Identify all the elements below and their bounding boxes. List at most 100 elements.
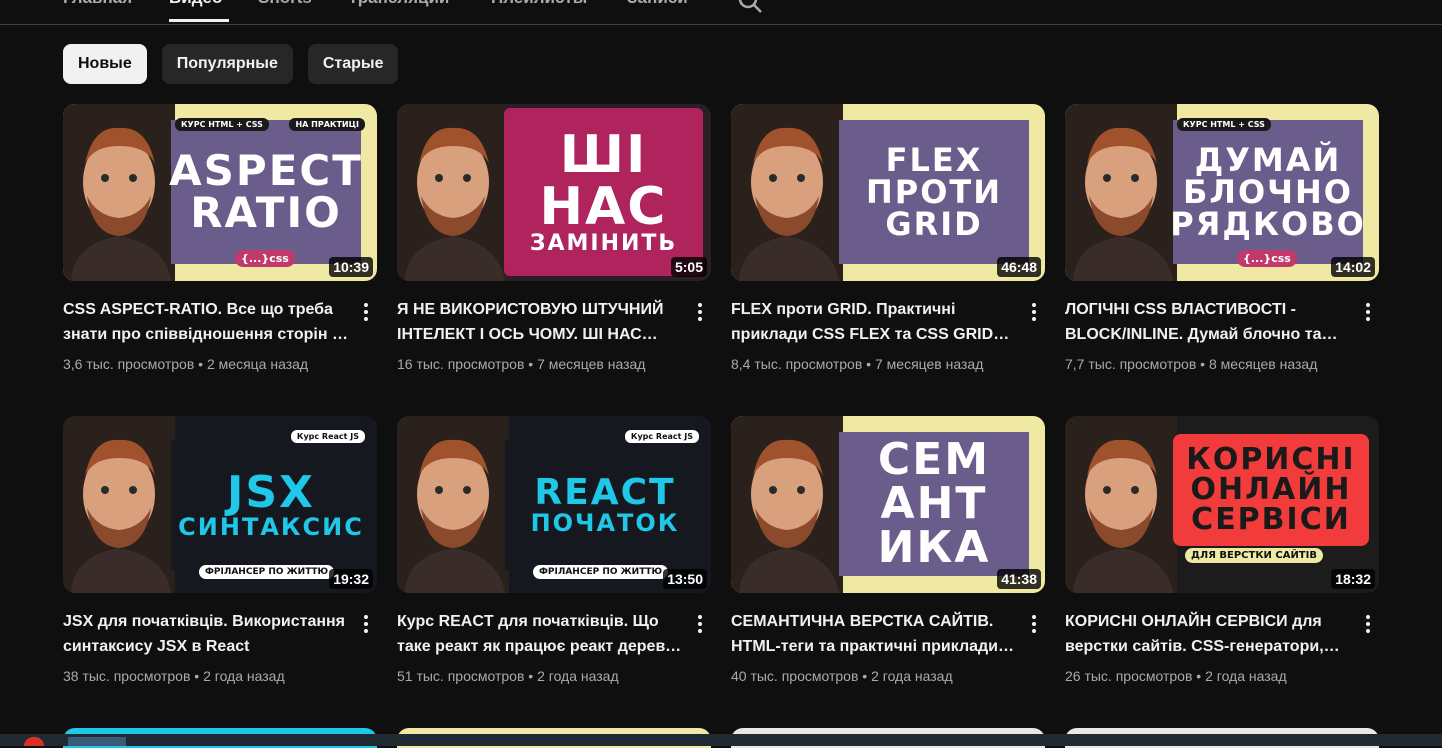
presenter-photo-icon bbox=[63, 416, 175, 593]
upload-age: 2 года назад bbox=[537, 668, 619, 684]
view-count: 16 тыс. просмотров bbox=[397, 356, 525, 372]
app-icon[interactable] bbox=[68, 737, 126, 746]
video-thumbnail[interactable]: ДУМАЙ БЛОЧНО РЯДКОВО КУРС HTML + CSS {...}cs… bbox=[1065, 104, 1379, 281]
thumbnail-text-line: ИКА bbox=[877, 522, 991, 573]
thumbnail-title-panel: ДУМАЙ БЛОЧНО РЯДКОВО bbox=[1170, 120, 1366, 264]
video-duration: 14:02 bbox=[1331, 257, 1375, 277]
view-count: 8,4 тыс. просмотров bbox=[731, 356, 863, 372]
presenter-photo-icon bbox=[731, 104, 843, 281]
video-thumbnail[interactable]: JSX СИНТАКСИС Курс React JS ФРІЛАНСЕР ПО ЖИ… bbox=[63, 416, 377, 593]
video-card: JSX СИНТАКСИС Курс React JS ФРІЛАНСЕР ПО ЖИ… bbox=[63, 416, 377, 684]
thumbnail-tag: НА ПРАКТИЦІ bbox=[289, 118, 365, 131]
video-meta: 7,7 тыс. просмотров • 8 месяцев назад bbox=[1065, 356, 1317, 372]
thumbnail-text-line: ЗАМІНИТЬ bbox=[529, 231, 678, 256]
video-title[interactable]: Курс REACT для початківців. Що таке реак… bbox=[397, 609, 687, 659]
upload-age: 2 года назад bbox=[871, 668, 953, 684]
video-meta: 40 тыс. просмотров • 2 года назад bbox=[731, 668, 953, 684]
video-title[interactable]: КОРИСНІ ОНЛАЙН СЕРВІСИ для верстки сайті… bbox=[1065, 609, 1355, 659]
view-count: 51 тыс. просмотров bbox=[397, 668, 525, 684]
video-card: КОРИСНІ ОНЛАЙН СЕРВІСИ ДЛЯ ВЕРСТКИ САЙТІВ 18… bbox=[1065, 416, 1379, 684]
video-thumbnail[interactable]: FLEX ПРОТИ GRID 46:48 bbox=[731, 104, 1045, 281]
video-meta: 16 тыс. просмотров • 7 месяцев назад bbox=[397, 356, 645, 372]
video-meta: 8,4 тыс. просмотров • 7 месяцев назад bbox=[731, 356, 983, 372]
thumbnail-title-panel: ASPECT RATIO bbox=[169, 120, 363, 264]
video-duration: 19:32 bbox=[329, 569, 373, 589]
thumbnail-text-line: ASPECT bbox=[169, 146, 363, 195]
more-actions-icon[interactable] bbox=[693, 612, 707, 636]
os-taskbar bbox=[0, 734, 1442, 746]
upload-age: 2 месяца назад bbox=[206, 356, 309, 372]
video-duration: 18:32 bbox=[1331, 569, 1375, 589]
more-actions-icon[interactable] bbox=[1027, 300, 1041, 324]
more-actions-icon[interactable] bbox=[1361, 612, 1375, 636]
channel-tabs: Главная Видео Shorts Трансляции Плейлист… bbox=[0, 0, 1442, 25]
video-duration: 13:50 bbox=[663, 569, 707, 589]
video-thumbnail[interactable]: СЕМ АНТ ИКА 41:38 bbox=[731, 416, 1045, 593]
upload-age: 2 года назад bbox=[203, 668, 285, 684]
video-duration: 46:48 bbox=[997, 257, 1041, 277]
meta-separator: • bbox=[1192, 668, 1206, 684]
presenter-photo-icon bbox=[63, 104, 175, 281]
view-count: 26 тыс. просмотров bbox=[1065, 668, 1193, 684]
thumbnail-text-line: АНТ bbox=[880, 478, 988, 529]
more-actions-icon[interactable] bbox=[1361, 300, 1375, 324]
video-thumbnail[interactable]: REACT ПОЧАТОК Курс React JS ФРІЛАНСЕР ПО ЖИ… bbox=[397, 416, 711, 593]
browser-icon[interactable] bbox=[24, 737, 44, 746]
tab-live[interactable]: Трансляции bbox=[348, 0, 449, 8]
chip-popular[interactable]: Популярные bbox=[161, 44, 293, 84]
sort-chips: Новые Популярные Старые bbox=[63, 44, 399, 84]
thumbnail-text-line: GRID bbox=[885, 205, 983, 243]
upload-age: 2 года назад bbox=[1205, 668, 1287, 684]
video-title[interactable]: CSS ASPECT-RATIO. Все що треба знати про… bbox=[63, 297, 353, 347]
view-count: 7,7 тыс. просмотров bbox=[1065, 356, 1197, 372]
video-card: REACT ПОЧАТОК Курс React JS ФРІЛАНСЕР ПО ЖИ… bbox=[397, 416, 711, 684]
thumbnail-text-line: FLEX bbox=[885, 141, 983, 179]
video-meta: 3,6 тыс. просмотров • 2 месяца назад bbox=[63, 356, 308, 372]
video-thumbnail[interactable]: ШІ НАС ЗАМІНИТЬ 5:05 bbox=[397, 104, 711, 281]
chip-newest[interactable]: Новые bbox=[63, 44, 147, 84]
tab-shorts[interactable]: Shorts bbox=[258, 0, 312, 8]
thumbnail-title-panel: JSX СИНТАКСИС bbox=[171, 440, 371, 570]
thumbnail-text-line: REACT bbox=[534, 472, 676, 513]
tab-home[interactable]: Главная bbox=[63, 0, 132, 8]
search-icon[interactable] bbox=[737, 0, 763, 14]
tab-videos[interactable]: Видео bbox=[169, 0, 222, 8]
thumbnail-text-line: РЯДКОВО bbox=[1170, 205, 1366, 243]
more-actions-icon[interactable] bbox=[1027, 612, 1041, 636]
video-thumbnail[interactable]: КОРИСНІ ОНЛАЙН СЕРВІСИ ДЛЯ ВЕРСТКИ САЙТІВ 18… bbox=[1065, 416, 1379, 593]
video-title[interactable]: Я НЕ ВИКОРИСТОВУЮ ШТУЧНИЙ ІНТЕЛЕКТ І ОСЬ… bbox=[397, 297, 687, 347]
video-card: ДУМАЙ БЛОЧНО РЯДКОВО КУРС HTML + CSS {...}cs… bbox=[1065, 104, 1379, 372]
video-thumbnail[interactable]: ASPECT RATIO КУРС HTML + CSS НА ПРАКТИЦІ {..… bbox=[63, 104, 377, 281]
video-title[interactable]: ЛОГІЧНІ CSS ВЛАСТИВОСТІ - BLOCK/INLINE. … bbox=[1065, 297, 1355, 347]
more-actions-icon[interactable] bbox=[359, 612, 373, 636]
thumbnail-text-line: СЕРВІСИ bbox=[1191, 502, 1351, 537]
more-actions-icon[interactable] bbox=[693, 300, 707, 324]
video-meta: 26 тыс. просмотров • 2 года назад bbox=[1065, 668, 1287, 684]
tab-playlists[interactable]: Плейлисты bbox=[491, 0, 587, 8]
tab-posts[interactable]: Записи bbox=[627, 0, 688, 8]
thumbnail-badge: ФРІЛАНСЕР ПО ЖИТТЮ bbox=[199, 565, 335, 579]
upload-age: 7 месяцев назад bbox=[874, 356, 984, 372]
upload-age: 7 месяцев назад bbox=[537, 356, 646, 372]
presenter-photo-icon bbox=[731, 416, 843, 593]
thumbnail-tag: КУРС HTML + CSS bbox=[1177, 118, 1271, 131]
thumbnail-text-line: БЛОЧНО bbox=[1182, 173, 1353, 211]
video-title[interactable]: СЕМАНТИЧНА ВЕРСТКА САЙТІВ. HTML-теги та … bbox=[731, 609, 1021, 659]
thumbnail-text-line: ПРОТИ bbox=[865, 173, 1003, 211]
chip-oldest[interactable]: Старые bbox=[307, 44, 399, 84]
thumbnail-title-panel: ШІ НАС ЗАМІНИТЬ bbox=[504, 108, 703, 276]
thumbnail-title-panel: СЕМ АНТ ИКА bbox=[839, 432, 1029, 576]
thumbnail-text-line: КОРИСНІ bbox=[1186, 442, 1356, 477]
thumbnail-tag: КУРС HTML + CSS bbox=[175, 118, 269, 131]
thumbnail-tag: Курс React JS bbox=[624, 430, 699, 443]
more-actions-icon[interactable] bbox=[359, 300, 373, 324]
video-duration: 41:38 bbox=[997, 569, 1041, 589]
thumbnail-badge: ФРІЛАНСЕР ПО ЖИТТЮ bbox=[533, 565, 669, 579]
thumbnail-badge: {...}css bbox=[235, 250, 295, 267]
view-count: 38 тыс. просмотров bbox=[63, 668, 191, 684]
video-card: ШІ НАС ЗАМІНИТЬ 5:05 Я НЕ ВИКОРИСТОВУЮ ШТУЧН… bbox=[397, 104, 711, 372]
video-title[interactable]: FLEX проти GRID. Практичні приклади CSS … bbox=[731, 297, 1021, 347]
video-title[interactable]: JSX для початківців. Використання синтак… bbox=[63, 609, 353, 659]
meta-separator: • bbox=[858, 668, 872, 684]
thumbnail-title-panel: КОРИСНІ ОНЛАЙН СЕРВІСИ bbox=[1173, 434, 1369, 546]
